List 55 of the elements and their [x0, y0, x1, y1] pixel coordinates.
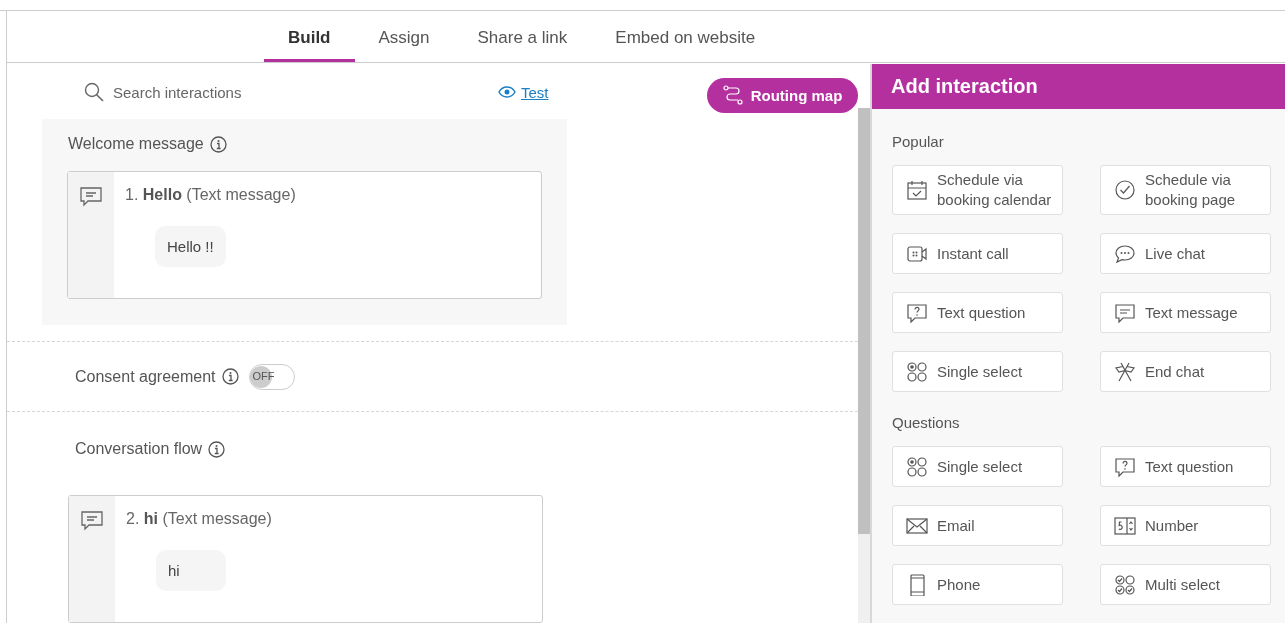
- interaction-tile[interactable]: Instant call: [892, 233, 1063, 274]
- question-bubble-icon: [906, 301, 928, 324]
- info-icon[interactable]: [208, 440, 226, 458]
- number-stepper-icon: [1114, 514, 1136, 537]
- search-field[interactable]: Search interactions: [113, 83, 343, 101]
- route-icon: [722, 85, 743, 105]
- section-title: Popular: [892, 133, 944, 150]
- interaction-tile[interactable]: Text message: [1100, 292, 1271, 333]
- interaction-tile[interactable]: Schedule via booking page: [1100, 165, 1271, 215]
- scrollbar[interactable]: [858, 108, 870, 623]
- check-circle-icon: [1114, 179, 1136, 201]
- tab[interactable]: Assign: [354, 11, 454, 62]
- section-title: Welcome message: [68, 135, 204, 153]
- routing-map-button[interactable]: Routing map: [707, 77, 858, 113]
- panel-title: Add interaction: [872, 64, 1285, 109]
- interaction-tile[interactable]: End chat: [1100, 351, 1271, 392]
- message-icon: [80, 510, 104, 532]
- message-icon: [1114, 301, 1136, 324]
- interaction-tile[interactable]: Text question: [1100, 446, 1271, 487]
- interaction-tile[interactable]: Text question: [892, 292, 1063, 333]
- search-icon: [84, 82, 104, 102]
- tab[interactable]: Share a link: [453, 11, 592, 62]
- interaction-tile[interactable]: Phone: [892, 564, 1063, 605]
- calendar-icon: [906, 179, 928, 201]
- interaction-tile[interactable]: Multi select: [1100, 564, 1271, 605]
- consent-label: Consent agreement: [75, 367, 216, 386]
- tab[interactable]: Embed on website: [591, 11, 780, 62]
- interaction-tile[interactable]: Schedule via booking calendar: [892, 165, 1063, 215]
- crossed-flags-icon: [1114, 360, 1136, 383]
- section-title: Conversation flow: [75, 440, 203, 458]
- info-icon[interactable]: [221, 368, 239, 385]
- message-icon: [79, 186, 103, 208]
- interaction-tile[interactable]: Number: [1100, 505, 1271, 546]
- section-title: Questions: [892, 414, 960, 431]
- tab[interactable]: Build: [264, 11, 355, 62]
- message-bubble: Hello !!: [155, 226, 226, 267]
- interaction-tile[interactable]: Single select: [892, 351, 1063, 392]
- eye-icon: [498, 86, 516, 98]
- radio-options-icon: [906, 455, 928, 478]
- question-bubble-icon: [1114, 455, 1136, 478]
- info-icon[interactable]: [209, 135, 227, 153]
- card-title: 2. hi (Text message): [126, 510, 272, 528]
- test-link[interactable]: Test: [498, 81, 549, 101]
- card-title: 1. Hello (Text message): [125, 186, 296, 204]
- consent-toggle[interactable]: OFF: [248, 363, 295, 390]
- message-card[interactable]: 2. hi (Text message) hi: [68, 495, 543, 623]
- message-card[interactable]: 1. Hello (Text message) Hello !!: [67, 171, 542, 299]
- chat-bubble-icon: [1114, 242, 1136, 265]
- interaction-tile[interactable]: Email: [892, 505, 1063, 546]
- radio-options-icon: [906, 360, 928, 383]
- message-bubble: hi: [156, 550, 226, 591]
- interaction-tile[interactable]: Single select: [892, 446, 1063, 487]
- checkbox-options-icon: [1114, 573, 1136, 596]
- scrollbar-thumb[interactable]: [858, 108, 870, 534]
- interaction-tile[interactable]: Live chat: [1100, 233, 1271, 274]
